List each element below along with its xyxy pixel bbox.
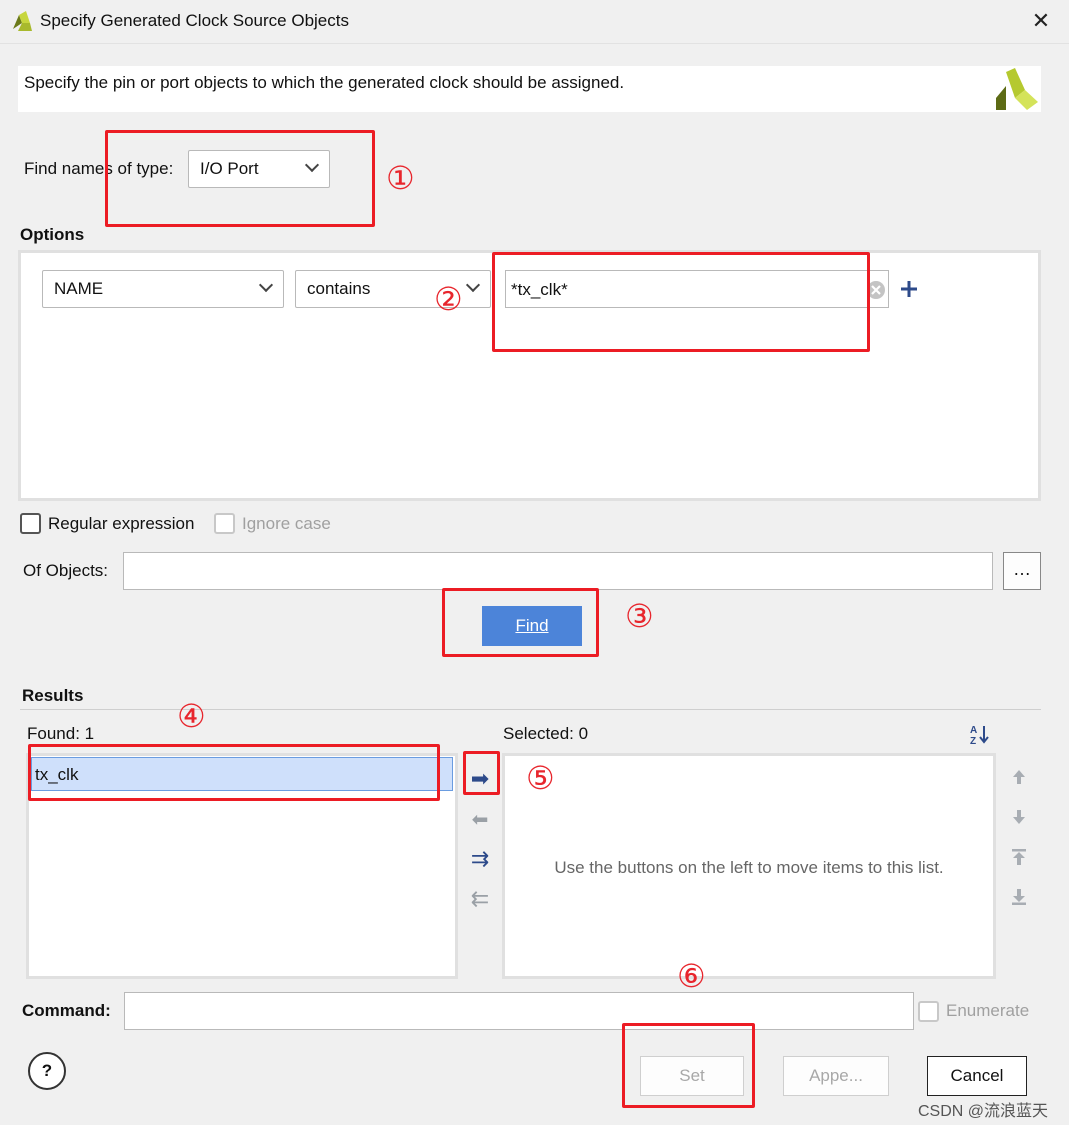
results-divider: [20, 709, 1041, 710]
description-text: Specify the pin or port objects to which…: [24, 73, 625, 92]
regular-expression-checkbox[interactable]: [20, 513, 41, 534]
move-all-right-icon[interactable]: ⇉: [468, 846, 492, 872]
help-button[interactable]: ?: [28, 1052, 66, 1090]
add-filter-icon[interactable]: [899, 279, 919, 299]
svg-text:A: A: [970, 725, 977, 736]
move-down-icon[interactable]: [1010, 808, 1028, 826]
move-left-icon[interactable]: ⬅: [468, 807, 492, 832]
command-label: Command:: [22, 1001, 111, 1020]
command-input[interactable]: [124, 992, 914, 1030]
move-all-left-icon[interactable]: ⇇: [468, 886, 492, 912]
move-top-icon[interactable]: [1010, 848, 1028, 866]
of-objects-label: Of Objects:: [23, 561, 109, 580]
annotation-box-1: [105, 130, 375, 227]
ignore-case-label: Ignore case: [242, 514, 331, 533]
move-bottom-icon[interactable]: [1010, 888, 1028, 906]
of-objects-input[interactable]: [123, 552, 993, 590]
vivado-brand-icon: [996, 68, 1038, 110]
property-dropdown[interactable]: NAME: [42, 270, 284, 308]
operator-value: contains: [307, 279, 371, 298]
selected-count: Selected: 0: [503, 724, 589, 743]
annotation-box-4: [28, 744, 440, 801]
annotation-1: ①: [386, 160, 415, 196]
svg-text:Z: Z: [970, 736, 976, 745]
regular-expression-label: Regular expression: [48, 514, 195, 533]
watermark: CSDN @流浪蓝天: [918, 1103, 1049, 1120]
chevron-down-icon: [465, 277, 481, 293]
append-button[interactable]: Appe...: [783, 1056, 889, 1096]
annotation-5: ⑤: [526, 760, 555, 796]
selected-list-hint: Use the buttons on the left to move item…: [554, 858, 944, 877]
annotation-3: ③: [625, 598, 654, 634]
annotation-box-5: [463, 751, 500, 795]
chevron-down-icon: [258, 277, 274, 293]
annotation-box-3: [442, 588, 599, 657]
property-value: NAME: [54, 279, 104, 298]
annotation-box-6: [622, 1023, 755, 1108]
enumerate-label: Enumerate: [946, 1001, 1030, 1020]
results-heading: Results: [22, 686, 84, 705]
vivado-logo-icon: [13, 11, 32, 31]
enumerate-checkbox[interactable]: [918, 1001, 939, 1022]
cancel-button[interactable]: Cancel: [927, 1056, 1027, 1096]
annotation-box-2: [492, 252, 870, 352]
move-up-icon[interactable]: [1010, 768, 1028, 786]
options-heading: Options: [20, 225, 85, 244]
annotation-2: ②: [434, 281, 463, 317]
window-title: Specify Generated Clock Source Objects: [40, 11, 349, 30]
browse-button[interactable]: …: [1003, 552, 1041, 590]
found-count: Found: 1: [27, 724, 95, 743]
close-icon[interactable]: ✕: [1026, 6, 1056, 36]
ignore-case-checkbox[interactable]: [214, 513, 235, 534]
annotation-4: ④: [177, 698, 206, 734]
annotation-6: ⑥: [677, 958, 706, 994]
sort-az-icon[interactable]: A Z: [969, 723, 991, 745]
